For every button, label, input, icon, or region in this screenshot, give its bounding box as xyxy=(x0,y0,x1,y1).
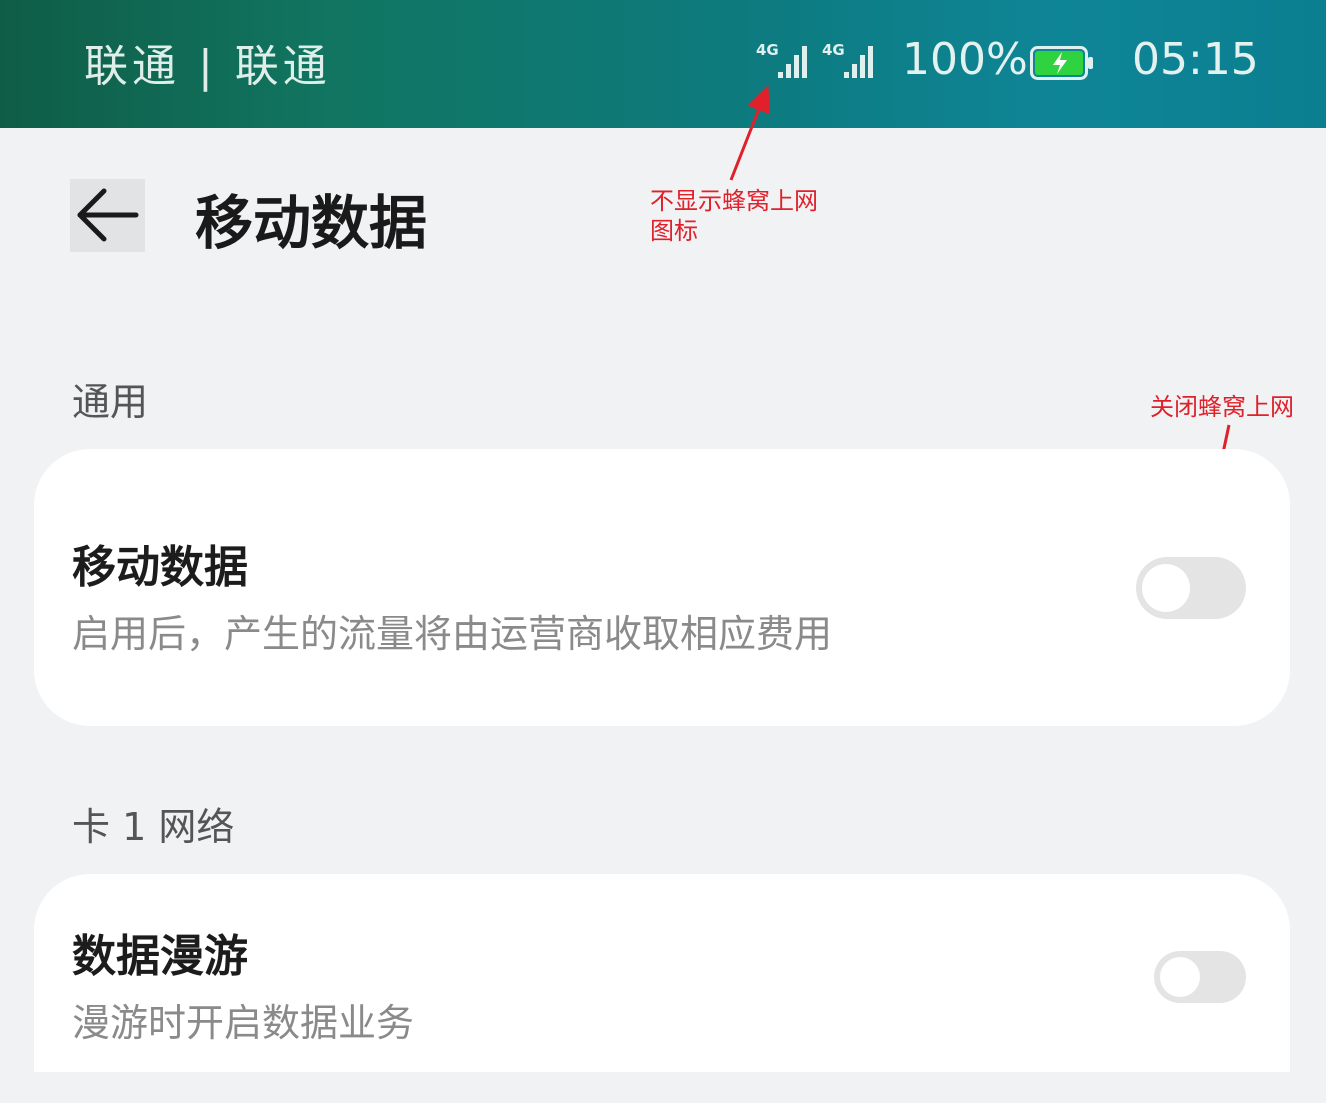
data-roaming-title: 数据漫游 xyxy=(72,931,248,982)
data-roaming-subtitle: 漫游时开启数据业务 xyxy=(72,1001,415,1045)
signal-2-icon: 4G xyxy=(822,41,873,78)
back-button[interactable] xyxy=(70,179,145,252)
mobile-data-subtitle: 启用后，产生的流量将由运营商收取相应费用 xyxy=(72,612,833,656)
mobile-data-settings-page: 联通 | 联通 4G 4G 100% 05:15 移动数据 不显示蜂窝上网 图标… xyxy=(0,0,1326,1103)
carrier-name: 联通 | 联通 xyxy=(84,41,331,92)
data-roaming-card: 数据漫游 漫游时开启数据业务 xyxy=(34,874,1290,1103)
mobile-data-title: 移动数据 xyxy=(72,542,248,593)
signal-2-label: 4G xyxy=(822,41,845,59)
battery-charging-icon xyxy=(1030,46,1093,80)
mobile-data-toggle[interactable] xyxy=(1136,557,1246,619)
status-bar: 联通 | 联通 4G 4G 100% 05:15 xyxy=(0,0,1326,128)
clock: 05:15 xyxy=(1132,34,1259,85)
annotation-status-note: 不显示蜂窝上网 图标 xyxy=(650,187,818,245)
signal-1-icon: 4G xyxy=(756,41,807,78)
annotation-toggle-note: 关闭蜂窝上网 xyxy=(1150,393,1294,421)
section-header-sim1: 卡 1 网络 xyxy=(72,805,235,849)
mobile-data-card: 移动数据 启用后，产生的流量将由运营商收取相应费用 xyxy=(34,449,1290,726)
bottom-edge xyxy=(0,1072,1326,1103)
battery-percent: 100% xyxy=(902,34,1028,85)
toggle-knob xyxy=(1160,957,1200,997)
signal-1-label: 4G xyxy=(756,41,779,59)
toggle-knob xyxy=(1142,564,1190,612)
page-title: 移动数据 xyxy=(195,189,428,257)
back-arrow-icon xyxy=(77,188,139,242)
data-roaming-toggle[interactable] xyxy=(1154,951,1246,1003)
section-header-general: 通用 xyxy=(72,380,149,424)
